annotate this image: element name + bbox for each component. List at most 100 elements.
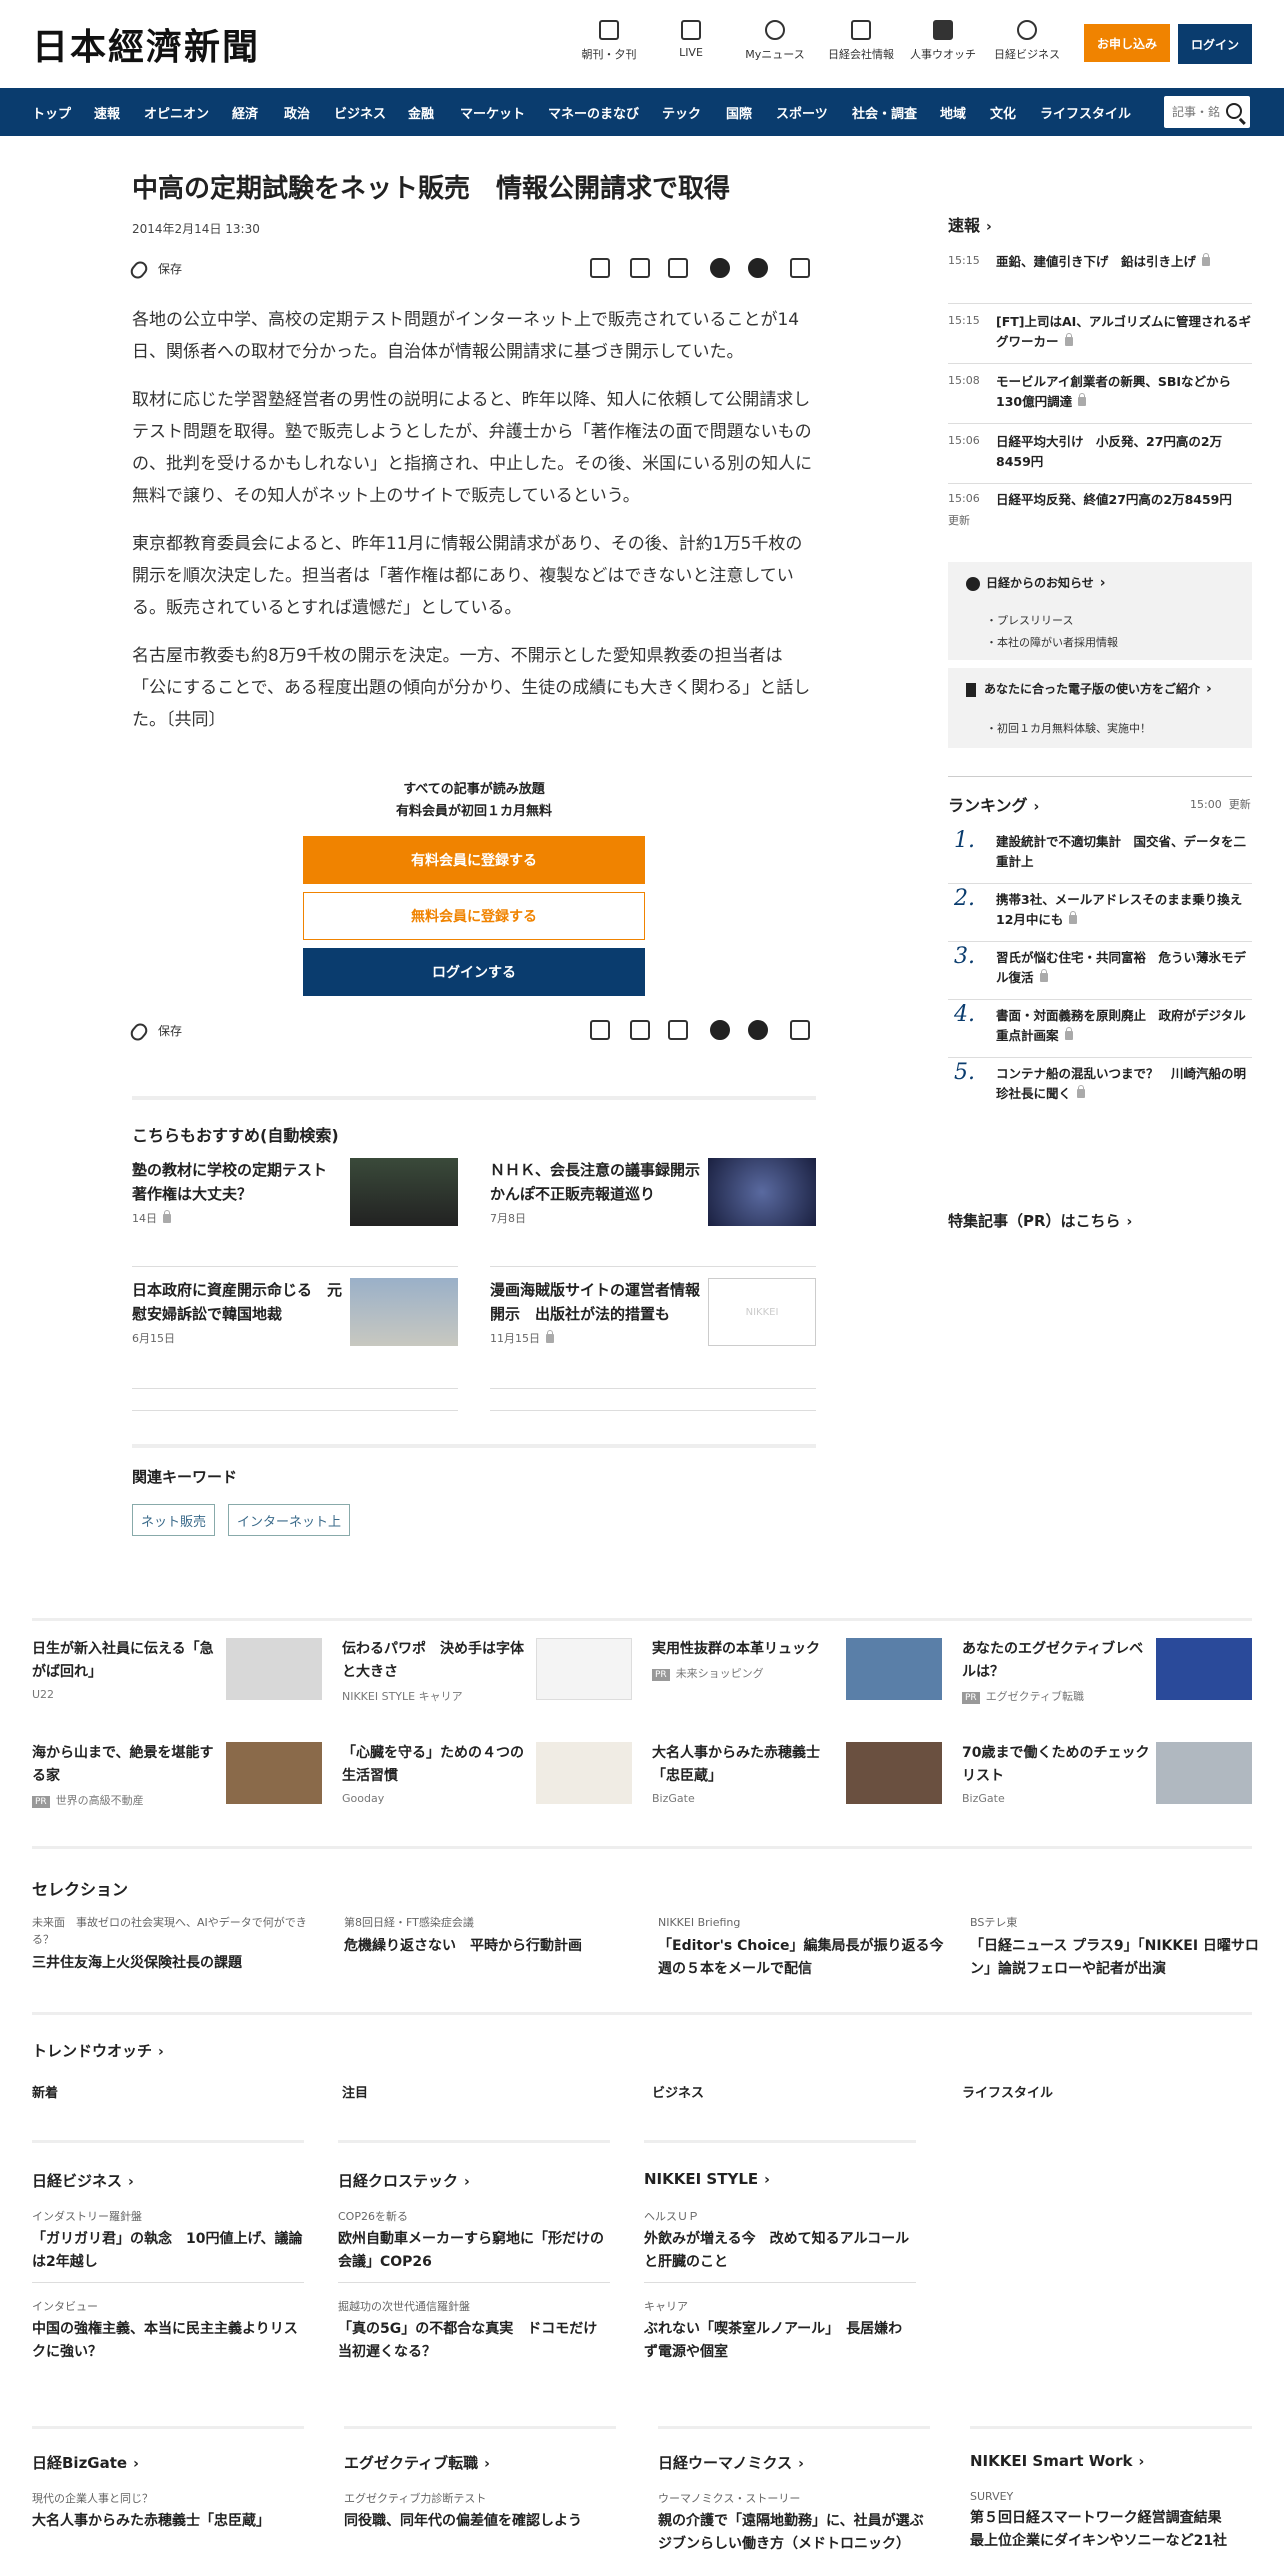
print-icon[interactable]: [590, 258, 610, 278]
media-item[interactable]: 掘越功の次世代通信羅針盤 「真の5G」の不都合な真実 ドコモだけ当初遅くなる？: [338, 2298, 610, 2364]
notice-item[interactable]: ・本社の障がい者採用情報: [986, 634, 1118, 650]
media-heading[interactable]: エグゼクティブ転職 ›: [344, 2452, 490, 2473]
media-item[interactable]: インタビュー 中国の強権主義、本当に民主主義よりリスクに強い？: [32, 2298, 304, 2364]
bookmark-icon[interactable]: [668, 1020, 688, 1040]
ad-item[interactable]: 70歳まで働くためのチェックリスト BizGate: [962, 1742, 1252, 1806]
facebook-icon[interactable]: [748, 1020, 768, 1040]
media-item[interactable]: ヘルスＵＰ 外飲みが増える今 改めて知るアルコールと肝臓のこと: [644, 2208, 916, 2274]
flash-more-link[interactable]: 更新: [948, 512, 970, 528]
guide-item[interactable]: ・初回１カ月無料体験、実施中！: [986, 720, 1151, 736]
nav-item[interactable]: 金融: [408, 103, 434, 122]
nav-item[interactable]: オピニオン: [144, 103, 209, 122]
header-company-info[interactable]: 日経会社情報: [824, 20, 898, 62]
nav-item[interactable]: マネーのまなび: [548, 103, 639, 122]
twitter-icon[interactable]: [710, 1020, 730, 1040]
selection-item[interactable]: BSテレ東 「日経ニュース プラス9」「NIKKEI 日曜サロン」論説フェローや記…: [970, 1914, 1260, 1981]
nav-item[interactable]: トップ: [32, 103, 71, 122]
ranking-item[interactable]: 4. 書面・対面義務を原則廃止 政府がデジタル重点計画案: [948, 1002, 1252, 1058]
trend-heading[interactable]: トレンドウオッチ ›: [32, 2040, 164, 2061]
ad-item[interactable]: 伝わるパワポ 決め手は字体と大きさ NIKKEI STYLE キャリア: [342, 1638, 632, 1703]
apply-button[interactable]: お申し込み: [1084, 24, 1170, 62]
media-item[interactable]: COP26を斬る 欧州自動車メーカーすら窮地に「形だけの会議」COP26: [338, 2208, 610, 2274]
ranking-item[interactable]: 5. コンテナ船の混乱いつまで？ 川崎汽船の明珍社長に聞く: [948, 1060, 1252, 1116]
selection-item[interactable]: NIKKEI Briefing 「Editor's Choice」編集局長が振り返…: [658, 1914, 948, 1981]
nav-item[interactable]: 文化: [990, 103, 1016, 122]
search-icon[interactable]: [1226, 103, 1242, 119]
selection-item[interactable]: 未来面 事故ゼロの社会実現へ、AIやデータで何ができる？ 三井住友海上火災保険社長…: [32, 1914, 322, 1975]
trend-tab[interactable]: 新着: [32, 2082, 58, 2101]
recommend-item[interactable]: 日本政府に資産開示命じる 元慰安婦訴訟で韓国地裁 6月15日: [132, 1278, 458, 1378]
media-heading[interactable]: 日経BizGate ›: [32, 2452, 139, 2473]
notice-heading[interactable]: 日経からのお知らせ ›: [966, 574, 1106, 591]
header-jinji-watch[interactable]: 人事ウオッチ: [906, 20, 980, 62]
nav-item[interactable]: 地域: [940, 103, 966, 122]
site-logo[interactable]: 日本經濟新聞: [32, 18, 260, 70]
paid-register-button[interactable]: 有料会員に登録する: [303, 836, 645, 884]
pr-heading[interactable]: 特集記事（PR）はこちら ›: [948, 1210, 1132, 1231]
ranking-item[interactable]: 1. 建設統計で不適切集計 国交省、データを二重計上: [948, 828, 1252, 884]
media-item[interactable]: ウーマノミクス・ストーリー 親の介護で「遠隔地勤務」に、社員が選ぶジブンらしい働き…: [658, 2490, 930, 2556]
recommend-item[interactable]: 漫画海賊版サイトの運営者情報開示 出版社が法的措置も 11月15日 NIKKEI: [490, 1278, 816, 1378]
media-heading[interactable]: NIKKEI Smart Work ›: [970, 2452, 1144, 2470]
nav-item[interactable]: 経済: [232, 103, 258, 122]
ad-item[interactable]: 「心臓を守る」ための４つの生活習慣 Gooday: [342, 1742, 632, 1806]
media-heading[interactable]: 日経クロステック ›: [338, 2170, 470, 2191]
media-item[interactable]: インダストリー羅針盤 「ガリガリ君」の執念 10円値上げ、議論は2年越し: [32, 2208, 304, 2274]
share-icon[interactable]: [790, 1020, 810, 1040]
selection-item[interactable]: 第8回日経・FT感染症会議 危機繰り返さない 平時から行動計画: [344, 1914, 634, 1958]
keyword-tag[interactable]: インターネット上: [228, 1504, 351, 1536]
flash-item[interactable]: 15:15 亜鉛、建値引き下げ 鉛は引き上げ: [948, 252, 1252, 304]
notice-item[interactable]: ・プレスリリース: [986, 612, 1073, 628]
trend-tab[interactable]: ライフスタイル: [962, 2082, 1053, 2101]
nav-item[interactable]: テック: [662, 103, 701, 122]
ad-item[interactable]: 海から山まで、絶景を堪能する家 PR 世界の高級不動産: [32, 1742, 322, 1808]
print-icon[interactable]: [590, 1020, 610, 1040]
header-mynews[interactable]: Myニュース: [738, 20, 812, 62]
nav-item[interactable]: ビジネス: [334, 103, 386, 122]
save-button[interactable]: 保存: [127, 1020, 182, 1043]
media-item[interactable]: 現代の企業人事と同じ？ 大名人事からみた赤穂義士「忠臣蔵」: [32, 2490, 304, 2533]
paywall-login-button[interactable]: ログインする: [303, 948, 645, 996]
keyword-tag[interactable]: ネット販売: [132, 1504, 216, 1536]
trend-tab[interactable]: ビジネス: [652, 2082, 704, 2101]
flash-heading[interactable]: 速報 ›: [948, 212, 992, 236]
ranking-heading[interactable]: ランキング ›: [948, 792, 1039, 816]
ad-item[interactable]: 大名人事からみた赤穂義士「忠臣蔵」 BizGate: [652, 1742, 942, 1806]
header-newspaper[interactable]: 朝刊・夕刊: [572, 20, 646, 62]
twitter-icon[interactable]: [710, 258, 730, 278]
nav-item[interactable]: 政治: [284, 103, 310, 122]
mail-icon[interactable]: [630, 1020, 650, 1040]
nav-item[interactable]: 速報: [94, 103, 120, 122]
media-heading[interactable]: 日経ビジネス ›: [32, 2170, 134, 2191]
nav-item[interactable]: ライフスタイル: [1040, 103, 1131, 122]
save-button[interactable]: 保存: [127, 258, 182, 281]
ranking-item[interactable]: 3. 習氏が悩む住宅・共同富裕 危うい薄氷モデル復活: [948, 944, 1252, 1000]
ad-item[interactable]: あなたのエグゼクティブレベルは？ PR エグゼクティブ転職: [962, 1638, 1252, 1704]
header-nikkei-business[interactable]: 日経ビジネス: [990, 20, 1064, 62]
guide-heading[interactable]: あなたに合った電子版の使い方をご紹介 ›: [966, 680, 1212, 697]
share-icon[interactable]: [790, 258, 810, 278]
trend-tab[interactable]: 注目: [342, 2082, 368, 2101]
facebook-icon[interactable]: [748, 258, 768, 278]
nav-item[interactable]: 社会・調査: [852, 103, 917, 122]
recommend-item[interactable]: 塾の教材に学校の定期テスト 著作権は大丈夫？ 14日: [132, 1158, 458, 1258]
free-register-button[interactable]: 無料会員に登録する: [303, 892, 645, 940]
flash-item[interactable]: 15:08 モービルアイ創業者の新興、SBIなどから130億円調達: [948, 372, 1252, 424]
ranking-item[interactable]: 2. 携帯3社、メールアドレスそのまま乗り換え12月中にも: [948, 886, 1252, 942]
header-live[interactable]: LIVE: [654, 20, 728, 59]
flash-item[interactable]: 15:15 [FT]上司はAI、アルゴリズムに管理されるギグワーカー: [948, 312, 1252, 364]
header-login-button[interactable]: ログイン: [1178, 24, 1252, 64]
ad-item[interactable]: 日生が新入社員に伝える「急がば回れ」 U22: [32, 1638, 322, 1702]
nav-item[interactable]: 国際: [726, 103, 752, 122]
bookmark-icon[interactable]: [668, 258, 688, 278]
flash-item[interactable]: 15:06 日経平均大引け 小反発、27円高の2万8459円: [948, 432, 1252, 484]
media-heading[interactable]: NIKKEI STYLE ›: [644, 2170, 770, 2188]
nav-item[interactable]: マーケット: [460, 103, 525, 122]
mail-icon[interactable]: [630, 258, 650, 278]
media-item[interactable]: エグゼクティブ力診断テスト 同役職、同年代の偏差値を確認しよう: [344, 2490, 616, 2533]
media-item[interactable]: SURVEY 第５回日経スマートワーク経営調査結果 最上位企業にダイキンやソニーな…: [970, 2490, 1242, 2553]
media-item[interactable]: キャリア ぶれない「喫茶室ルノアール」 長居嫌わず電源や個室: [644, 2298, 916, 2364]
recommend-item[interactable]: ＮＨＫ、会長注意の議事録開示 かんぽ不正販売報道巡り 7月8日: [490, 1158, 816, 1258]
media-heading[interactable]: 日経ウーマノミクス ›: [658, 2452, 804, 2473]
ad-item[interactable]: 実用性抜群の本革リュック PR 未来ショッピング: [652, 1638, 942, 1702]
